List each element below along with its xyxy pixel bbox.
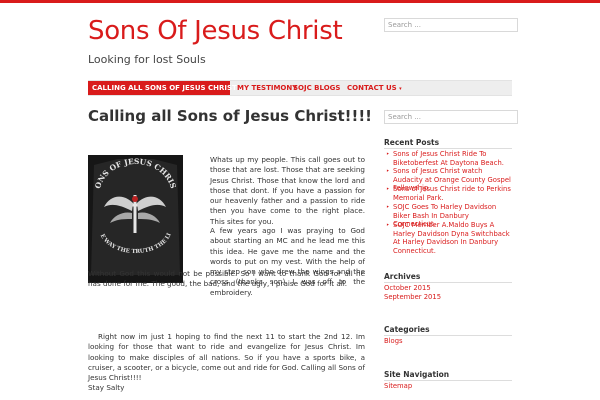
site-navigation-heading: Site Navigation (384, 370, 450, 379)
categories-heading: Categories (384, 325, 430, 334)
vest-image: SONS OF JESUS CHRIST THE WAY THE TRUTH T… (88, 155, 183, 283)
bullet-icon: ‣ (386, 168, 390, 175)
site-tagline: Looking for lost Souls (88, 53, 206, 66)
recent-posts-heading: Recent Posts (384, 138, 440, 147)
recent-post-link[interactable]: SOJC Member A.Maldo Buys A Harley Davids… (393, 221, 513, 256)
divider (384, 380, 512, 381)
top-accent-bar (0, 0, 600, 3)
divider (384, 282, 512, 283)
bullet-icon: ‣ (386, 222, 390, 229)
divider (384, 148, 512, 149)
post-paragraph-1: Whats up my people. This call goes out t… (190, 155, 365, 227)
divider (384, 335, 512, 336)
sitemap-link[interactable]: Sitemap (384, 382, 504, 391)
archive-link[interactable]: September 2015 (384, 293, 504, 302)
category-link[interactable]: Blogs (384, 337, 504, 346)
post-paragraph-3: Right now im just 1 hoping to find the n… (88, 332, 365, 383)
post-signoff: Stay Salty (88, 383, 125, 392)
nav-item-label: CONTACT US (347, 84, 397, 92)
post-paragraph-1-text: Whats up my people. This call goes out t… (210, 155, 365, 226)
bullet-icon: ‣ (386, 204, 390, 211)
archive-link[interactable]: October 2015 (384, 284, 504, 293)
archives-heading: Archives (384, 272, 421, 281)
bullet-icon: ‣ (386, 151, 390, 158)
main-navigation: CALLING ALL SONS OF JESUS CHRIST!!!! MY … (88, 80, 512, 96)
nav-item-contact-us[interactable]: CONTACT US ▾ (343, 81, 406, 95)
bullet-icon: ‣ (386, 186, 390, 193)
post-paragraph-3-text: Right now im just 1 hoping to find the n… (88, 332, 365, 383)
post-title[interactable]: Calling all Sons of Jesus Christ!!!! (88, 107, 372, 125)
site-title[interactable]: Sons Of Jesus Christ (88, 16, 343, 46)
recent-post-link[interactable]: Sons of Jesus Christ ride to Perkins Mem… (393, 185, 513, 202)
nav-item-calling-all[interactable]: CALLING ALL SONS OF JESUS CHRIST!!!! (88, 81, 250, 95)
sidebar-search-input[interactable]: Search ... (384, 110, 518, 124)
nav-item-sojc-blogs[interactable]: SOJC BLOGS (289, 81, 344, 95)
chevron-down-icon: ▾ (399, 86, 402, 92)
post-paragraph-2b: Without God this would not be possible. … (88, 269, 365, 289)
recent-post-link[interactable]: Sons of Jesus Christ Ride To Biketoberfe… (393, 150, 513, 167)
header-search-input[interactable]: Search ... (384, 18, 518, 32)
